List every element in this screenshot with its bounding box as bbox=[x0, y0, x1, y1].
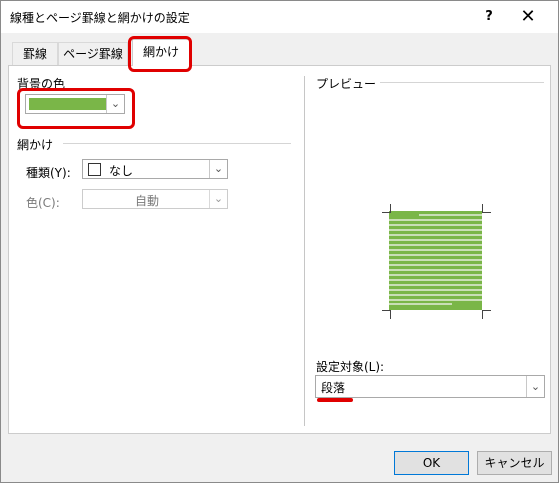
window-title: 線種とページ罫線と網かけの設定 bbox=[10, 11, 190, 25]
tab-label: ページ罫線 bbox=[63, 47, 123, 61]
chevron-down-icon: ⌄ bbox=[526, 376, 544, 397]
pattern-swatch bbox=[88, 163, 101, 176]
shading-color-label: 色(C): bbox=[26, 196, 60, 210]
annotation-underline bbox=[317, 398, 353, 402]
chevron-down-icon: ⌄ bbox=[106, 95, 124, 113]
corner-mark bbox=[482, 310, 491, 319]
tab-strip: 罫線 ページ罫線 網かけ bbox=[1, 33, 558, 68]
preview-text-line bbox=[389, 279, 482, 281]
background-color-dropdown[interactable]: ⌄ bbox=[25, 94, 125, 114]
preview-label: プレビュー bbox=[316, 77, 377, 91]
preview-text-line bbox=[389, 303, 452, 305]
preview-text-line bbox=[389, 259, 482, 261]
background-color-swatch bbox=[29, 98, 106, 110]
apply-to-dropdown[interactable]: 段落 ⌄ bbox=[315, 375, 545, 398]
preview-text-line bbox=[389, 244, 482, 246]
preview-text-line bbox=[389, 249, 482, 251]
apply-to-value: 段落 bbox=[321, 381, 346, 395]
vertical-divider bbox=[304, 76, 305, 426]
borders-shading-dialog: 線種とページ罫線と網かけの設定 ? ✕ 罫線 ページ罫線 網かけ 背景の色 ⌄ … bbox=[0, 0, 559, 483]
preview-shading-box[interactable] bbox=[389, 211, 482, 310]
preview-text-line bbox=[389, 224, 482, 226]
preview-text-line bbox=[389, 284, 482, 286]
preview-text-line bbox=[389, 274, 482, 276]
chevron-down-icon: ⌄ bbox=[209, 190, 227, 208]
ok-button[interactable]: OK bbox=[394, 451, 469, 475]
background-color-label: 背景の色 bbox=[17, 77, 66, 91]
help-icon[interactable]: ? bbox=[479, 7, 499, 27]
cancel-button[interactable]: キャンセル bbox=[477, 451, 552, 475]
corner-mark bbox=[382, 204, 391, 213]
corner-mark bbox=[482, 204, 491, 213]
preview-text-line bbox=[389, 269, 482, 271]
preview-text-line bbox=[389, 264, 482, 266]
group-divider bbox=[63, 143, 291, 144]
shading-group-label: 網かけ bbox=[17, 138, 54, 152]
preview-text-line bbox=[389, 294, 482, 296]
shading-color-dropdown[interactable]: 自動 ⌄ bbox=[82, 189, 228, 209]
tab-shading[interactable]: 網かけ bbox=[132, 39, 190, 66]
title-bar: 線種とページ罫線と網かけの設定 ? ✕ bbox=[1, 1, 558, 33]
shading-style-dropdown[interactable]: なし ⌄ bbox=[82, 159, 228, 179]
corner-mark bbox=[382, 310, 391, 319]
preview-text-line bbox=[389, 254, 482, 256]
tab-label: 罫線 bbox=[22, 47, 47, 61]
tab-page-border[interactable]: ページ罫線 bbox=[58, 42, 128, 65]
preview-text-line bbox=[389, 229, 482, 231]
tab-borders[interactable]: 罫線 bbox=[12, 42, 58, 65]
shading-style-value: なし bbox=[109, 164, 134, 178]
preview-text-line bbox=[389, 299, 482, 301]
tab-label: 網かけ bbox=[142, 45, 179, 59]
preview-text-line bbox=[389, 219, 482, 221]
shading-style-label: 種類(Y): bbox=[26, 166, 71, 180]
apply-to-label: 設定対象(L): bbox=[316, 360, 385, 374]
shading-color-value: 自動 bbox=[134, 194, 159, 208]
preview-divider bbox=[380, 82, 544, 83]
preview-text-line bbox=[419, 214, 482, 216]
chevron-down-icon: ⌄ bbox=[209, 160, 227, 178]
preview-text-line bbox=[389, 289, 482, 291]
close-icon[interactable]: ✕ bbox=[518, 7, 538, 27]
preview-text-line bbox=[389, 239, 482, 241]
shading-tab-panel: 背景の色 ⌄ 網かけ 種類(Y): なし ⌄ 色(C): 自動 ⌄ プレビュー … bbox=[8, 65, 551, 434]
preview-text-line bbox=[389, 234, 482, 236]
dialog-body: 罫線 ページ罫線 網かけ 背景の色 ⌄ 網かけ 種類(Y): なし ⌄ 色(C)… bbox=[1, 33, 558, 482]
